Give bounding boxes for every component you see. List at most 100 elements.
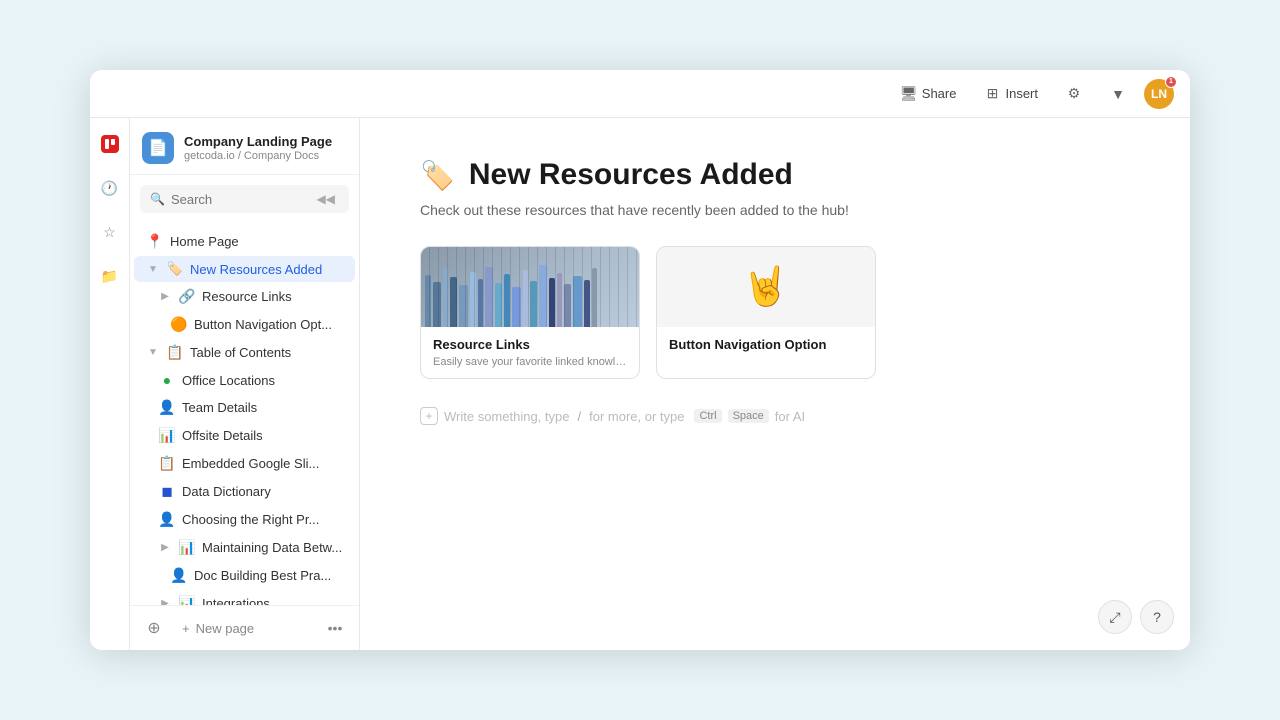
sidebar-item-choosing[interactable]: 👤 Choosing the Right Pr... [134, 506, 355, 533]
sidebar-item-label: Data Dictionary [182, 484, 343, 499]
chevron-down-icon: ▼ [146, 262, 160, 276]
sidebar-item-offsite[interactable]: 📊 Offsite Details [134, 422, 355, 449]
sidebar-item-data-dict[interactable]: ◼ Data Dictionary [134, 478, 355, 505]
data-dict-icon: ◼ [158, 483, 176, 500]
sidebar-item-label: Choosing the Right Pr... [182, 512, 343, 527]
embedded-icon: 📋 [158, 455, 176, 472]
plus-icon: + [182, 621, 190, 636]
sidebar-more-icon[interactable]: ••• [321, 614, 349, 642]
sidebar-item-toc[interactable]: ▼ 📋 Table of Contents [134, 339, 355, 366]
search-input[interactable] [171, 192, 307, 207]
sidebar-title-area: Company Landing Page getcoda.io / Compan… [184, 134, 332, 163]
card-title: Resource Links [433, 337, 627, 352]
sidebar-item-team[interactable]: 👤 Team Details [134, 394, 355, 421]
sidebar-item-maintaining[interactable]: ▶ 📊 Maintaining Data Betw... [134, 534, 355, 561]
cards-grid: Resource Links Easily save your favorite… [420, 246, 1130, 379]
share-icon: 🖥 [901, 86, 917, 102]
page-emoji: 🏷️ [420, 159, 455, 192]
sidebar-doc-path: getcoda.io / Company Docs [184, 150, 332, 162]
sidebar-add-icon[interactable]: ⊕ [140, 614, 168, 642]
sidebar-item-resource-links[interactable]: ▶ 🔗 Resource Links [134, 283, 355, 310]
sidebar-item-label: Home Page [170, 234, 343, 249]
ctrl-shortcut: Ctrl [694, 409, 721, 423]
sidebar-item-embedded[interactable]: 📋 Embedded Google Sli... [134, 450, 355, 477]
sidebar-item-label: Offsite Details [182, 428, 343, 443]
rail-icon-history[interactable]: 🕐 [96, 174, 124, 202]
doc-icon: 📄 [142, 132, 174, 164]
sidebar-item-label: Team Details [182, 400, 343, 415]
add-block-icon[interactable]: + [420, 407, 438, 425]
settings-button[interactable]: ⚙ [1056, 81, 1092, 107]
page-title: New Resources Added [469, 158, 793, 192]
resource-links-icon: 🔗 [178, 288, 196, 305]
new-page-button[interactable]: + New page [176, 617, 260, 640]
sidebar-item-label: Doc Building Best Pra... [194, 568, 343, 583]
help-button[interactable]: ? [1140, 600, 1174, 634]
sidebar-item-office[interactable]: ● Office Locations [134, 367, 355, 393]
account-icon: ▼ [1110, 86, 1126, 102]
share-button[interactable]: 🖥 Share [891, 81, 967, 107]
chevron-right-icon: ▶ [158, 597, 172, 606]
sidebar-item-doc-building[interactable]: 👤 Doc Building Best Pra... [134, 562, 355, 589]
new-resources-icon: 🏷️ [166, 261, 184, 277]
sidebar-item-label: Resource Links [202, 289, 343, 304]
rail-icon-logo[interactable] [96, 130, 124, 158]
bottom-right-controls: ⤢ ? [1098, 600, 1174, 634]
chevron-down-icon: ▼ [146, 346, 160, 360]
card-title: Button Navigation Option [669, 337, 863, 352]
rail-icon-pages[interactable]: 📁 [96, 262, 124, 290]
card-body: Resource Links Easily save your favorite… [421, 327, 639, 378]
write-hint[interactable]: + Write something, type / for more, or t… [420, 403, 1130, 429]
button-nav-icon: 🟠 [170, 316, 188, 333]
search-icon: 🔍 [150, 192, 165, 206]
space-shortcut: Space [728, 409, 769, 423]
avatar[interactable]: LN 1 [1144, 79, 1174, 109]
insert-icon: ⊞ [984, 86, 1000, 102]
doc-building-icon: 👤 [170, 567, 188, 584]
button-nav-emoji: 🤘 [742, 265, 789, 309]
home-icon: 📍 [146, 233, 164, 250]
settings-icon: ⚙ [1066, 86, 1082, 102]
top-bar: 🖥 Share ⊞ Insert ⚙ ▼ LN 1 [90, 70, 1190, 118]
sidebar-bottom: ⊕ + New page ••• [130, 605, 359, 650]
sidebar-item-new-resources[interactable]: ▼ 🏷️ New Resources Added [134, 256, 355, 282]
card-image-bookshelf [421, 247, 639, 327]
sidebar-nav: 📍 Home Page ▼ 🏷️ New Resources Added ▶ 🔗… [130, 223, 359, 605]
app-window: 🖥 Share ⊞ Insert ⚙ ▼ LN 1 [90, 70, 1190, 650]
sidebar-header: 📄 Company Landing Page getcoda.io / Comp… [130, 118, 359, 175]
slash-separator: / [575, 409, 583, 424]
sidebar: 📄 Company Landing Page getcoda.io / Comp… [130, 118, 360, 650]
offsite-icon: 📊 [158, 427, 176, 444]
card-resource-links[interactable]: Resource Links Easily save your favorite… [420, 246, 640, 379]
sidebar-item-label: Embedded Google Sli... [182, 456, 343, 471]
sidebar-item-label: Maintaining Data Betw... [202, 540, 343, 555]
page-subtitle: Check out these resources that have rece… [420, 202, 1130, 218]
card-image-icon: 🤘 [657, 247, 875, 327]
sidebar-item-integrations[interactable]: ▶ 📊 Integrations [134, 590, 355, 605]
card-body: Button Navigation Option [657, 327, 875, 366]
card-desc: Easily save your favorite linked knowled… [433, 356, 627, 368]
chevron-right-icon: ▶ [158, 541, 172, 555]
toc-icon: 📋 [166, 344, 184, 361]
sidebar-item-button-nav[interactable]: 🟠 Button Navigation Opt... [134, 311, 355, 338]
main-content: 🏷️ New Resources Added Check out these r… [360, 118, 1190, 650]
office-icon: ● [158, 372, 176, 388]
expand-button[interactable]: ⤢ [1098, 600, 1132, 634]
main-area: 🕐 ☆ 📁 📄 Company Landing Page getcoda.io … [90, 118, 1190, 650]
sidebar-item-home[interactable]: 📍 Home Page [134, 228, 355, 255]
insert-button[interactable]: ⊞ Insert [974, 81, 1048, 107]
card-button-nav[interactable]: 🤘 Button Navigation Option [656, 246, 876, 379]
sidebar-item-label: Integrations [202, 596, 343, 605]
maintaining-icon: 📊 [178, 539, 196, 556]
sidebar-item-label: New Resources Added [190, 262, 343, 277]
notification-badge: 1 [1165, 76, 1177, 88]
sidebar-search-bar[interactable]: 🔍 ◀◀ [140, 185, 349, 213]
sidebar-item-label: Button Navigation Opt... [194, 317, 343, 332]
sidebar-collapse-button[interactable]: ◀◀ [313, 190, 339, 208]
sidebar-item-label: Office Locations [182, 373, 343, 388]
choosing-icon: 👤 [158, 511, 176, 528]
rail-icon-starred[interactable]: ☆ [96, 218, 124, 246]
bookshelf-visual [421, 247, 639, 327]
account-button[interactable]: ▼ [1100, 81, 1136, 107]
sidebar-doc-title: Company Landing Page [184, 134, 332, 151]
